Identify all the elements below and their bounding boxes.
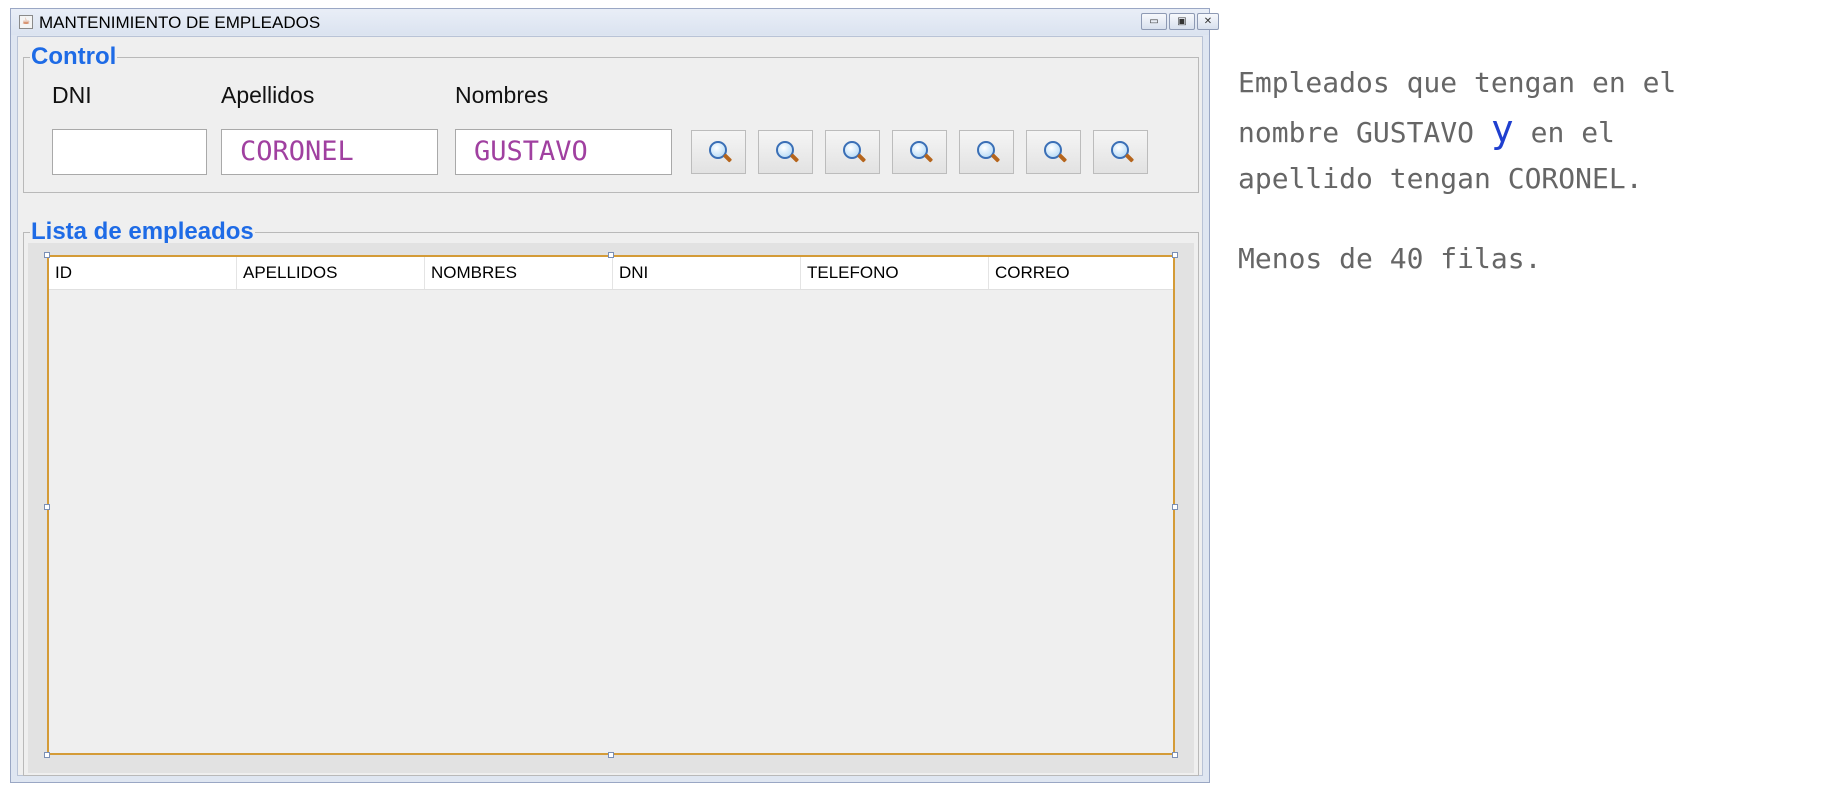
resize-handle[interactable] bbox=[44, 752, 50, 758]
control-legend: Control bbox=[31, 43, 117, 70]
column-header-telefono[interactable]: TELEFONO bbox=[801, 257, 989, 289]
main-window: ☕ MANTENIMIENTO DE EMPLEADOS ▭ ▣ ✕ Contr… bbox=[10, 8, 1219, 783]
note-spacer bbox=[1238, 202, 1798, 236]
search-button-7[interactable] bbox=[1093, 130, 1148, 174]
resize-handle[interactable] bbox=[1172, 252, 1178, 258]
search-icon-handle bbox=[789, 153, 800, 163]
search-icon-handle bbox=[722, 153, 733, 163]
column-header-id[interactable]: ID bbox=[49, 257, 237, 289]
apellidos-field[interactable]: CORONEL bbox=[221, 129, 438, 175]
column-header-dni[interactable]: DNI bbox=[613, 257, 801, 289]
search-button-2[interactable] bbox=[758, 130, 813, 174]
instruction-note: Empleados que tengan en el nombre GUSTAV… bbox=[1238, 60, 1798, 282]
resize-handle[interactable] bbox=[608, 252, 614, 258]
java-app-icon: ☕ bbox=[19, 15, 33, 29]
column-header-nombres[interactable]: NOMBRES bbox=[425, 257, 613, 289]
column-header-correo[interactable]: CORREO bbox=[989, 257, 1175, 289]
window-content: Control DNI Apellidos Nombres CORONEL GU… bbox=[17, 36, 1203, 776]
resize-handle[interactable] bbox=[44, 504, 50, 510]
note-line-2: nombre GUSTAVO y en el bbox=[1238, 106, 1798, 156]
search-button-3[interactable] bbox=[825, 130, 880, 174]
resize-handle[interactable] bbox=[1172, 504, 1178, 510]
employee-table[interactable]: ID APELLIDOS NOMBRES DNI TELEFONO CORREO bbox=[47, 255, 1175, 755]
resize-handle[interactable] bbox=[44, 252, 50, 258]
search-icon-handle bbox=[856, 153, 867, 163]
search-button-5[interactable] bbox=[959, 130, 1014, 174]
search-button-1[interactable] bbox=[691, 130, 746, 174]
note-line-2-start: nombre GUSTAVO bbox=[1238, 116, 1491, 149]
resize-handle[interactable] bbox=[1172, 752, 1178, 758]
table-header: ID APELLIDOS NOMBRES DNI TELEFONO CORREO bbox=[49, 257, 1173, 290]
close-button[interactable]: ✕ bbox=[1197, 13, 1219, 30]
search-icon-handle bbox=[990, 153, 1001, 163]
note-line-1: Empleados que tengan en el bbox=[1238, 66, 1677, 99]
column-header-apellidos[interactable]: APELLIDOS bbox=[237, 257, 425, 289]
window-title: MANTENIMIENTO DE EMPLEADOS bbox=[39, 13, 321, 32]
nombres-field[interactable]: GUSTAVO bbox=[455, 129, 672, 175]
apellidos-label: Apellidos bbox=[221, 82, 315, 108]
table-scroll-pane[interactable]: ID APELLIDOS NOMBRES DNI TELEFONO CORREO bbox=[28, 243, 1194, 773]
search-icon-handle bbox=[1057, 153, 1068, 163]
search-button-4[interactable] bbox=[892, 130, 947, 174]
resize-handle[interactable] bbox=[608, 752, 614, 758]
minimize-button[interactable]: ▭ bbox=[1141, 13, 1167, 30]
search-button-6[interactable] bbox=[1026, 130, 1081, 174]
dni-label: DNI bbox=[52, 82, 92, 108]
title-bar[interactable]: ☕ MANTENIMIENTO DE EMPLEADOS ▭ ▣ ✕ bbox=[11, 9, 1219, 35]
nombres-label: Nombres bbox=[455, 82, 549, 108]
dni-field[interactable] bbox=[52, 129, 207, 175]
list-legend: Lista de empleados bbox=[31, 218, 254, 245]
note-line-4: Menos de 40 filas. bbox=[1238, 242, 1542, 275]
maximize-button[interactable]: ▣ bbox=[1169, 13, 1195, 30]
note-emphasis-y: y bbox=[1490, 107, 1514, 151]
note-line-2-end: en el bbox=[1513, 116, 1615, 149]
note-line-3: apellido tengan CORONEL. bbox=[1238, 162, 1643, 195]
search-icon-handle bbox=[923, 153, 934, 163]
search-icon-handle bbox=[1124, 153, 1135, 163]
